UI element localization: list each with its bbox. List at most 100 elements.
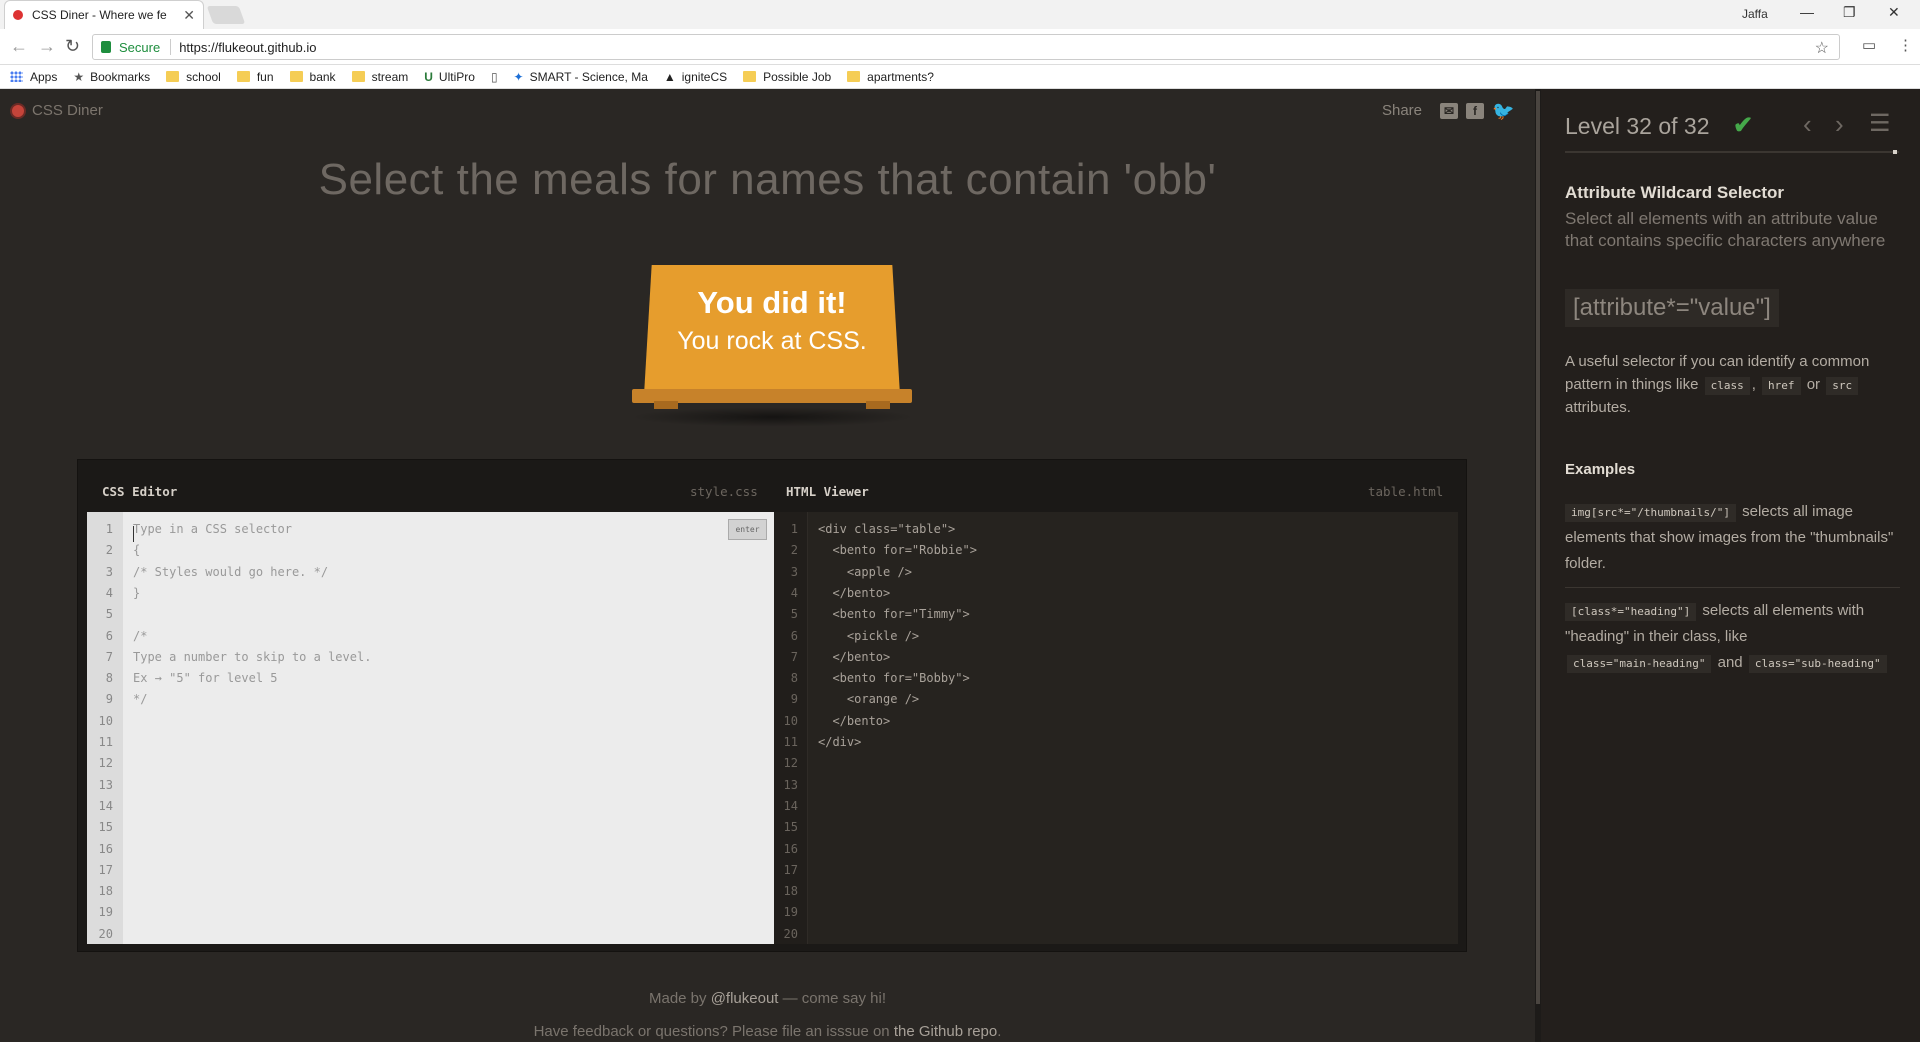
example-1: img[src*="/thumbnails/"] selects all ima… — [1565, 499, 1900, 577]
omnibox[interactable]: Secure https://flukeout.github.io ☆ — [92, 34, 1840, 60]
html-code-line: </bento> — [818, 649, 891, 664]
html-line-number: 1 — [790, 522, 798, 536]
css-line-number: 3 — [105, 564, 113, 579]
css-line-number: 8 — [105, 671, 113, 686]
bookmark-star-icon[interactable]: ☆ — [1815, 38, 1829, 58]
css-code-line: /* — [133, 628, 148, 643]
bookmark-possible-job[interactable]: Possible Job — [743, 70, 831, 84]
folder-icon — [236, 71, 250, 82]
close-window-icon[interactable]: ✕ — [1888, 4, 1900, 21]
example-2-code: [class*="heading"] — [1565, 603, 1697, 621]
example-1-code: img[src*="/thumbnails/"] — [1565, 504, 1736, 522]
css-editor-filename: style.css — [690, 484, 758, 499]
win-line2: You rock at CSS. — [677, 327, 867, 355]
new-tab-button[interactable] — [206, 6, 246, 24]
restore-icon[interactable]: ❐ — [1843, 4, 1856, 21]
win-line1: You did it! — [697, 285, 847, 320]
css-diner-favicon-icon — [13, 10, 23, 20]
url-text[interactable]: https://flukeout.github.io — [179, 40, 316, 55]
footer-feedback: Have feedback or questions? Please file … — [0, 1023, 1535, 1040]
hint-tag-src: src — [1826, 377, 1859, 395]
css-line-number: 7 — [105, 649, 113, 664]
html-viewer-filename: table.html — [1368, 484, 1444, 499]
star-icon: ★ — [73, 69, 85, 84]
cast-icon[interactable]: ▭ — [1862, 36, 1876, 54]
bookmark-label: fun — [256, 69, 274, 84]
bookmark-label: Possible Job — [763, 69, 832, 84]
html-line-number: 17 — [783, 862, 798, 877]
css-line-number: 2 — [105, 543, 113, 558]
minimize-icon[interactable]: — — [1800, 4, 1814, 20]
bookmark-school[interactable]: school — [166, 70, 221, 84]
level-menu-icon[interactable]: ☰ — [1869, 109, 1891, 138]
table-shadow — [630, 407, 915, 427]
css-code-line: Type in a CSS selector — [133, 522, 292, 536]
secure-label: Secure — [119, 39, 161, 55]
html-code-line: <bento for="Robbie"> — [818, 543, 977, 558]
bookmark-stream[interactable]: stream — [351, 70, 408, 84]
enter-button[interactable]: enter — [728, 519, 767, 540]
game-area: CSS Diner Share ✉ f 🐦 Select the meals f… — [0, 89, 1535, 1042]
next-level-icon[interactable]: › — [1835, 109, 1844, 140]
html-code-line: </bento> — [818, 585, 891, 600]
footer-period: . — [997, 1023, 1002, 1040]
css-line-number: 13 — [98, 777, 113, 792]
css-line-number: 5 — [105, 607, 113, 622]
css-line-number: 9 — [105, 692, 113, 707]
level-progress-track — [1565, 151, 1899, 153]
github-repo-link[interactable]: the Github repo — [894, 1023, 997, 1040]
ultipro-icon: U — [424, 69, 433, 84]
bookmark-ignitecs[interactable]: ▲ igniteCS — [664, 70, 727, 84]
omnibox-separator — [170, 39, 172, 55]
email-icon[interactable]: ✉ — [1440, 102, 1458, 119]
scrollbar-thumb[interactable] — [1536, 91, 1540, 1004]
bookmark-smart[interactable]: ✦ SMART - Science, Ma — [514, 70, 648, 84]
bookmark-bookmarks[interactable]: ★ Bookmarks — [73, 70, 150, 84]
html-line-number: 20 — [783, 926, 798, 941]
bookmark-label: SMART - Science, Ma — [529, 69, 648, 84]
profile-name[interactable]: Jaffa — [1742, 7, 1768, 21]
hint-text: attributes. — [1565, 399, 1631, 416]
bookmark-label: bank — [309, 69, 336, 84]
forward-icon[interactable]: → — [38, 36, 56, 57]
tab-title: CSS Diner - Where we fe — [32, 8, 167, 22]
previous-level-icon[interactable]: ‹ — [1803, 109, 1812, 140]
css-line-number: 11 — [98, 735, 113, 749]
bookmark-bank[interactable]: bank — [289, 69, 336, 84]
bookmark-label: Bookmarks — [90, 69, 151, 84]
css-line-number: 12 — [98, 756, 113, 771]
bookmark-label: igniteCS — [681, 69, 728, 84]
bookmark-page[interactable]: ▯ — [491, 70, 498, 84]
level-sidebar: Level 32 of 32 ✔ ‹ › ☰ Attribute Wildcar… — [1541, 89, 1920, 1042]
example-2-and: and — [1713, 654, 1747, 671]
css-code-line: } — [133, 585, 141, 600]
reload-icon[interactable]: ↻ — [65, 36, 80, 57]
logo[interactable]: CSS Diner — [10, 102, 103, 119]
back-icon[interactable]: ← — [10, 36, 28, 57]
html-code-line: <pickle /> — [818, 628, 920, 643]
twitter-icon[interactable]: 🐦 — [1492, 102, 1514, 120]
flukeout-link[interactable]: @flukeout — [711, 990, 779, 1007]
html-code-line: <apple /> — [818, 564, 912, 579]
css-line-number: 19 — [98, 905, 113, 920]
menu-kebab-icon[interactable]: ⋮ — [1898, 36, 1913, 54]
win-table: You did it! You rock at CSS. — [632, 265, 912, 409]
bookmarks-bar: Apps ★ Bookmarks school fun bank stream U… — [0, 65, 1920, 89]
smart-icon: ✦ — [513, 69, 524, 84]
html-line-number: 13 — [783, 777, 798, 792]
bookmark-apps[interactable]: Apps — [10, 70, 57, 84]
facebook-icon[interactable]: f — [1466, 102, 1484, 119]
selector-name: Attribute Wildcard Selector — [1565, 183, 1784, 202]
bookmark-apartments[interactable]: apartments? — [847, 70, 934, 84]
css-line-number: 4 — [105, 585, 113, 600]
css-editor[interactable]: enter 1 Type in a CSS selector 2 {3 /* Style… — [87, 512, 774, 944]
bookmark-ultipro[interactable]: U UltiPro — [424, 70, 475, 84]
selector-hint: A useful selector if you can identify a … — [1565, 350, 1905, 419]
tab-close-icon[interactable]: ✕ — [183, 7, 195, 24]
bookmark-fun[interactable]: fun — [236, 69, 274, 84]
completed-check-icon: ✔ — [1733, 112, 1754, 139]
hint-tag-class: class — [1704, 377, 1750, 395]
css-line-number: 15 — [98, 820, 113, 835]
footer-made-by: Made by — [648, 990, 711, 1007]
browser-tab[interactable]: CSS Diner - Where we fe ✕ — [4, 0, 204, 29]
